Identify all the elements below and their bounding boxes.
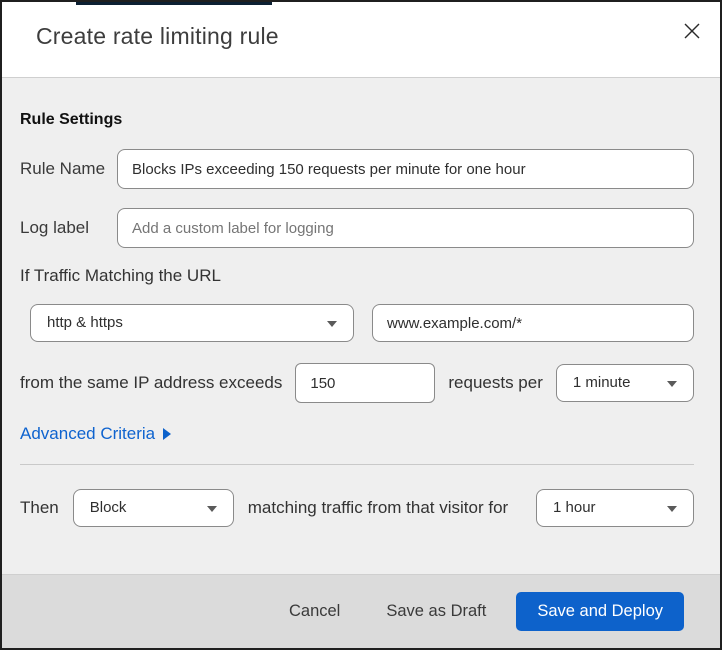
save-as-draft-button[interactable]: Save as Draft: [386, 602, 486, 621]
log-label-label: Log label: [20, 218, 90, 237]
duration-select-value: 1 hour: [553, 499, 596, 516]
then-label: Then: [20, 498, 59, 517]
threshold-row: from the same IP address exceeds request…: [20, 363, 694, 403]
rule-settings-heading: Rule Settings: [20, 111, 123, 128]
rule-name-row: Rule Name: [20, 149, 694, 189]
top-edge-strip: [76, 2, 272, 5]
close-icon: [683, 22, 701, 43]
threshold-middle-text: requests per: [448, 373, 543, 392]
chevron-down-icon: [667, 506, 677, 512]
cancel-button[interactable]: Cancel: [289, 602, 340, 621]
request-count-input[interactable]: [295, 363, 436, 403]
traffic-match-intro: If Traffic Matching the URL: [20, 266, 221, 285]
log-label-input[interactable]: [117, 208, 694, 248]
action-row: Then Block matching traffic from that vi…: [20, 489, 694, 527]
scheme-select[interactable]: http & https: [30, 304, 354, 342]
action-select[interactable]: Block: [72, 489, 234, 527]
action-middle-text: matching traffic from that visitor for: [247, 498, 509, 517]
save-and-deploy-button[interactable]: Save and Deploy: [516, 592, 684, 631]
expand-arrow-icon: [163, 428, 172, 440]
duration-select[interactable]: 1 hour: [536, 489, 694, 527]
dialog-body: Rule Settings Rule Name Log label If Tra…: [2, 78, 720, 574]
scheme-select-value: http & https: [47, 314, 123, 331]
advanced-criteria-link[interactable]: Advanced Criteria: [20, 424, 172, 443]
period-select[interactable]: 1 minute: [555, 364, 694, 402]
log-label-row: Log label: [20, 208, 694, 248]
chevron-down-icon: [206, 506, 217, 512]
rule-name-input[interactable]: [117, 149, 694, 189]
create-rate-limiting-rule-dialog: Create rate limiting rule Rule Settings …: [0, 0, 722, 650]
dialog-footer: Cancel Save as Draft Save and Deploy: [2, 574, 720, 648]
chevron-down-icon: [327, 321, 337, 327]
threshold-prefix-text: from the same IP address exceeds: [20, 373, 283, 392]
dialog-title: Create rate limiting rule: [36, 23, 279, 49]
period-select-value: 1 minute: [572, 374, 631, 391]
url-match-row: http & https: [30, 304, 694, 342]
section-divider: [20, 464, 694, 465]
url-pattern-input[interactable]: [372, 304, 694, 342]
chevron-down-icon: [667, 381, 677, 387]
action-select-value: Block: [89, 499, 127, 516]
advanced-criteria-label: Advanced Criteria: [20, 424, 156, 443]
dialog-header: Create rate limiting rule: [2, 2, 720, 78]
rule-name-label: Rule Name: [20, 159, 106, 178]
close-button[interactable]: [680, 20, 704, 44]
